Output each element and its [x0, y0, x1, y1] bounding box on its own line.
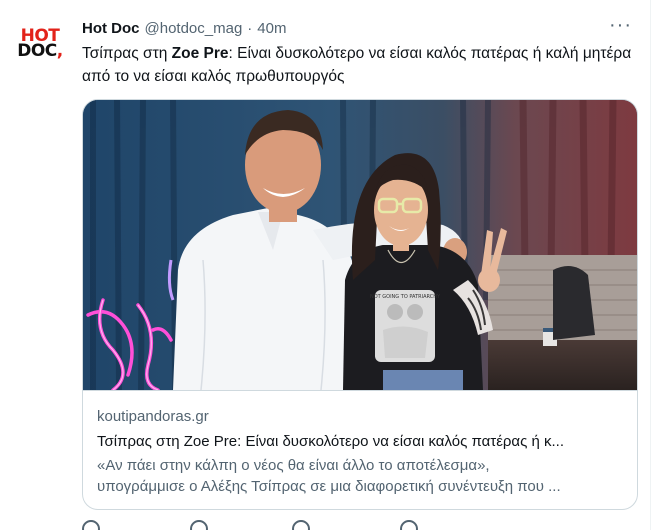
tshirt-text: NOT GOING TO PATRIARCHY — [370, 294, 441, 300]
user-handle[interactable]: @hotdoc_mag — [145, 20, 243, 37]
reply-icon[interactable] — [82, 520, 100, 530]
card-description: «Αν πάει στην κάλπη ο νέος θα είναι άλλο… — [97, 455, 623, 497]
tweet-time[interactable]: 40m — [257, 20, 286, 37]
separator: · — [247, 19, 253, 37]
like-icon[interactable] — [292, 520, 310, 530]
mention-bold: Zoe Pre — [171, 45, 229, 62]
card-title[interactable]: Τσίπρας στη Zoe Pre: Είναι δυσκολότερο ν… — [97, 431, 623, 453]
card-image[interactable]: NOT GOING TO PATRIARCHY — [83, 100, 637, 390]
card-text[interactable]: koutipandoras.gr Τσίπρας στη Zoe Pre: Εί… — [83, 390, 637, 509]
tweet-header: Hot Doc @hotdoc_mag · 40m — [82, 17, 286, 39]
avatar[interactable]: HOT DOC, — [14, 18, 66, 70]
card-domain[interactable]: koutipandoras.gr — [97, 407, 623, 427]
logo-doc: DOC, — [17, 41, 63, 61]
retweet-icon[interactable] — [190, 520, 208, 530]
display-name[interactable]: Hot Doc — [82, 20, 140, 37]
card-description-line: υπογράμμισε ο Αλέξης Τσίπρας σε μια διαφ… — [97, 478, 561, 495]
tweet-text: Τσίπρας στη Zoe Pre: Είναι δυσκολότερο ν… — [82, 45, 632, 85]
more-icon[interactable]: ··· — [609, 15, 632, 35]
action-bar — [0, 520, 560, 530]
tweet[interactable]: HOT DOC, Hot Doc @hotdoc_mag · 40m Τσίπρ… — [0, 0, 651, 530]
card-description-line: «Αν πάει στην κάλπη ο νέος θα είναι άλλο… — [97, 457, 490, 474]
link-card[interactable]: NOT GOING TO PATRIARCHY koutipandoras.gr… — [82, 99, 638, 510]
share-icon[interactable] — [400, 520, 418, 530]
